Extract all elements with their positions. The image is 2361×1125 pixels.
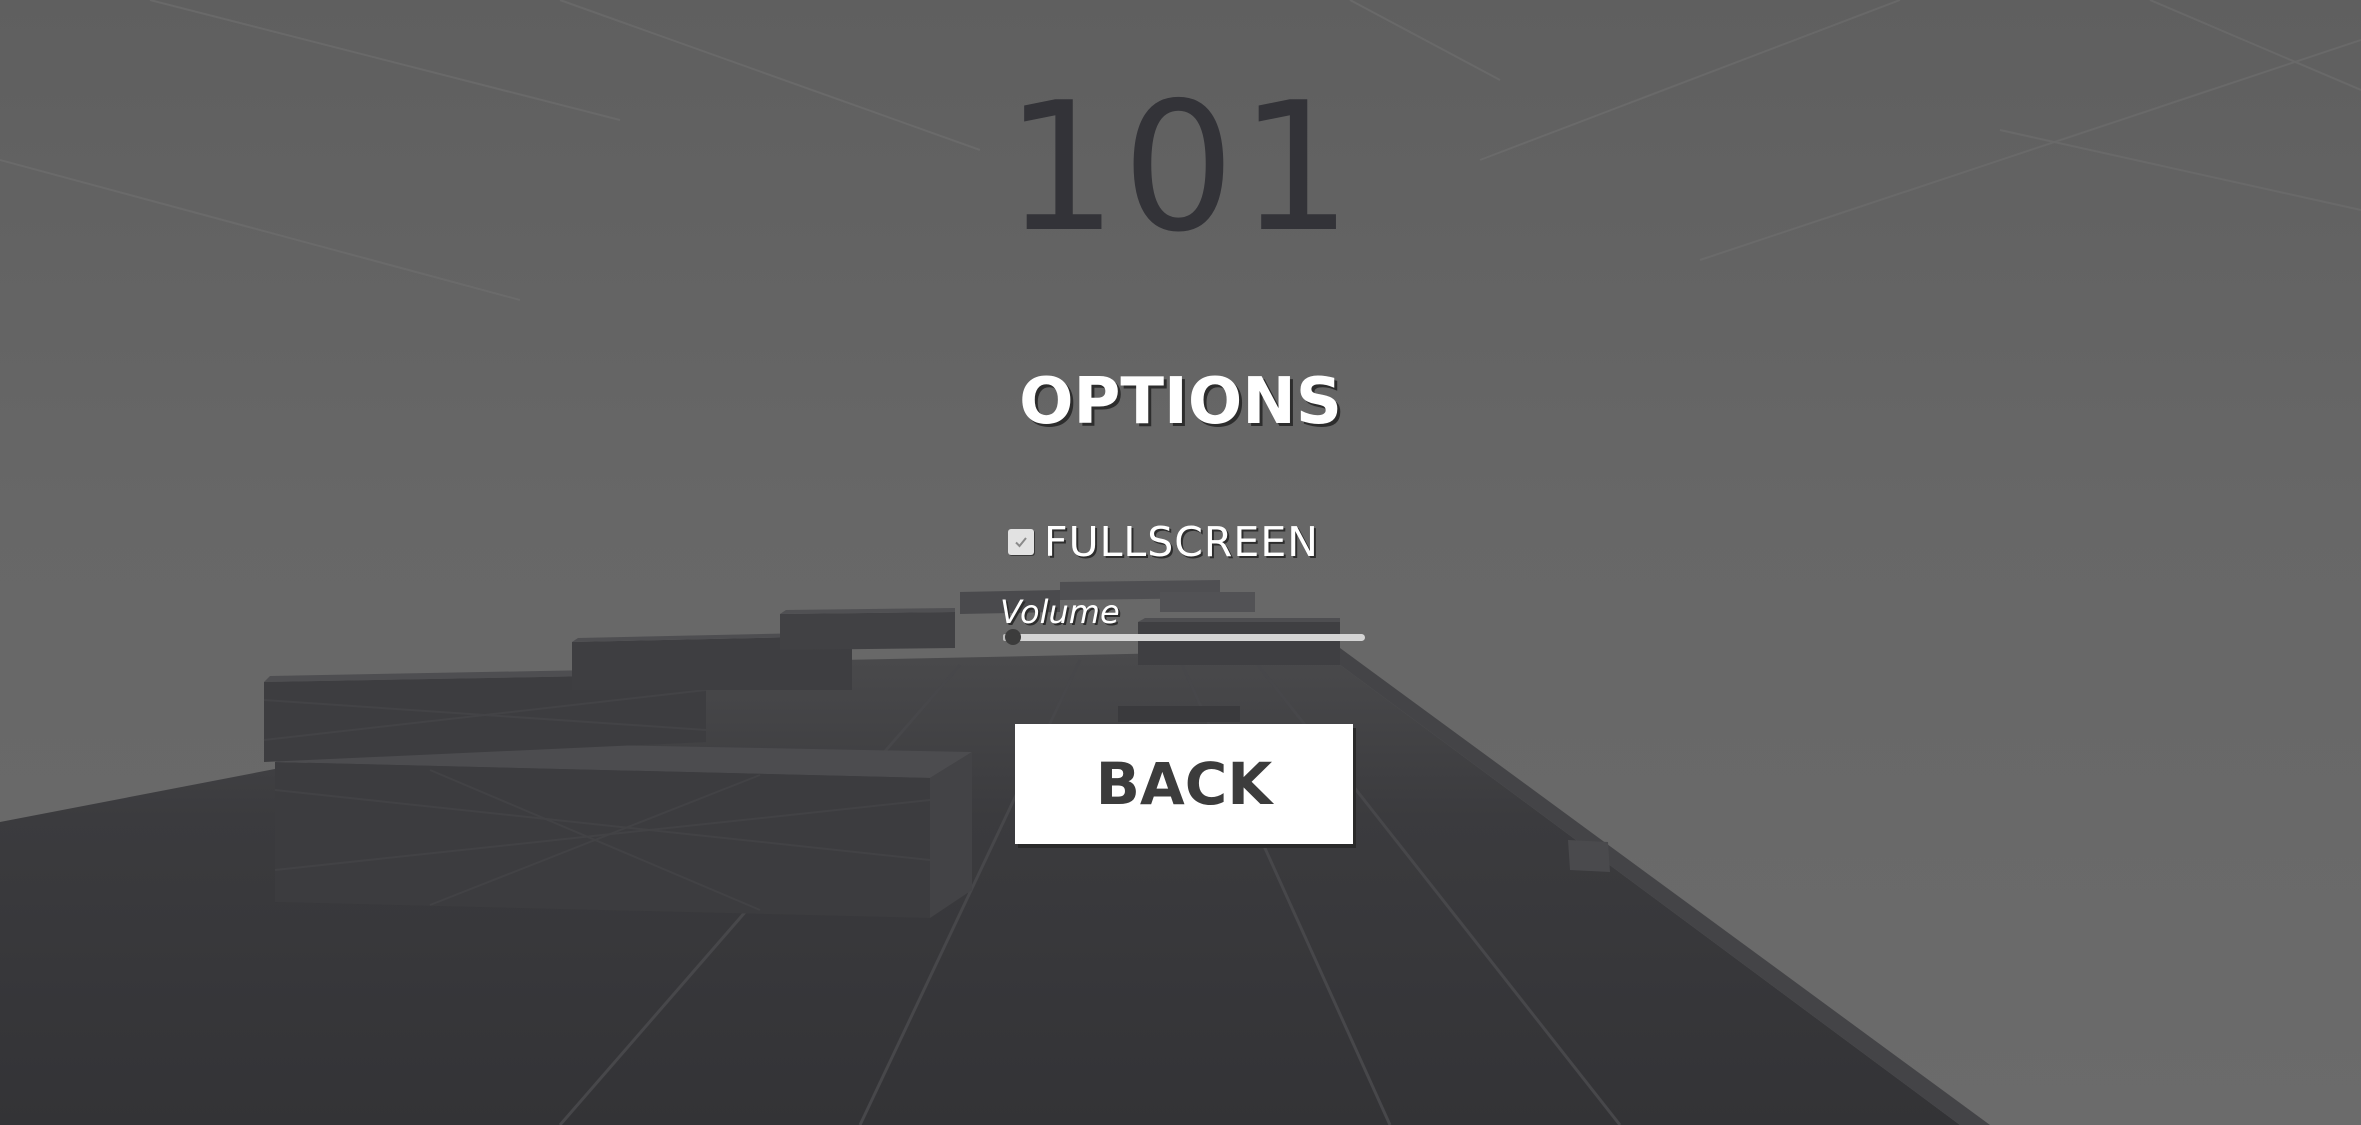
block-right-small: [1118, 706, 1240, 722]
score-counter: 101: [1004, 64, 1357, 271]
volume-slider-handle[interactable]: [1005, 629, 1021, 645]
back-button[interactable]: BACK: [1015, 724, 1353, 844]
game-viewport: 101 OPTIONS FULLSCREEN Volume BACK: [0, 0, 2361, 1125]
fullscreen-toggle[interactable]: FULLSCREEN: [1008, 512, 1319, 572]
options-title: OPTIONS: [1019, 365, 1342, 439]
volume-slider-track[interactable]: [1003, 634, 1365, 641]
block-far-3: [1160, 592, 1255, 612]
volume-slider[interactable]: [1003, 626, 1365, 650]
fullscreen-label: FULLSCREEN: [1044, 518, 1319, 566]
checkmark-icon: [1015, 537, 1027, 548]
fullscreen-checkbox[interactable]: [1008, 529, 1034, 555]
block-large-side: [930, 752, 972, 918]
block-large-front: [275, 762, 930, 918]
block-mid-2: [780, 612, 955, 650]
block-right-edge: [1568, 840, 1610, 872]
block-right-mid-top: [1138, 618, 1340, 622]
